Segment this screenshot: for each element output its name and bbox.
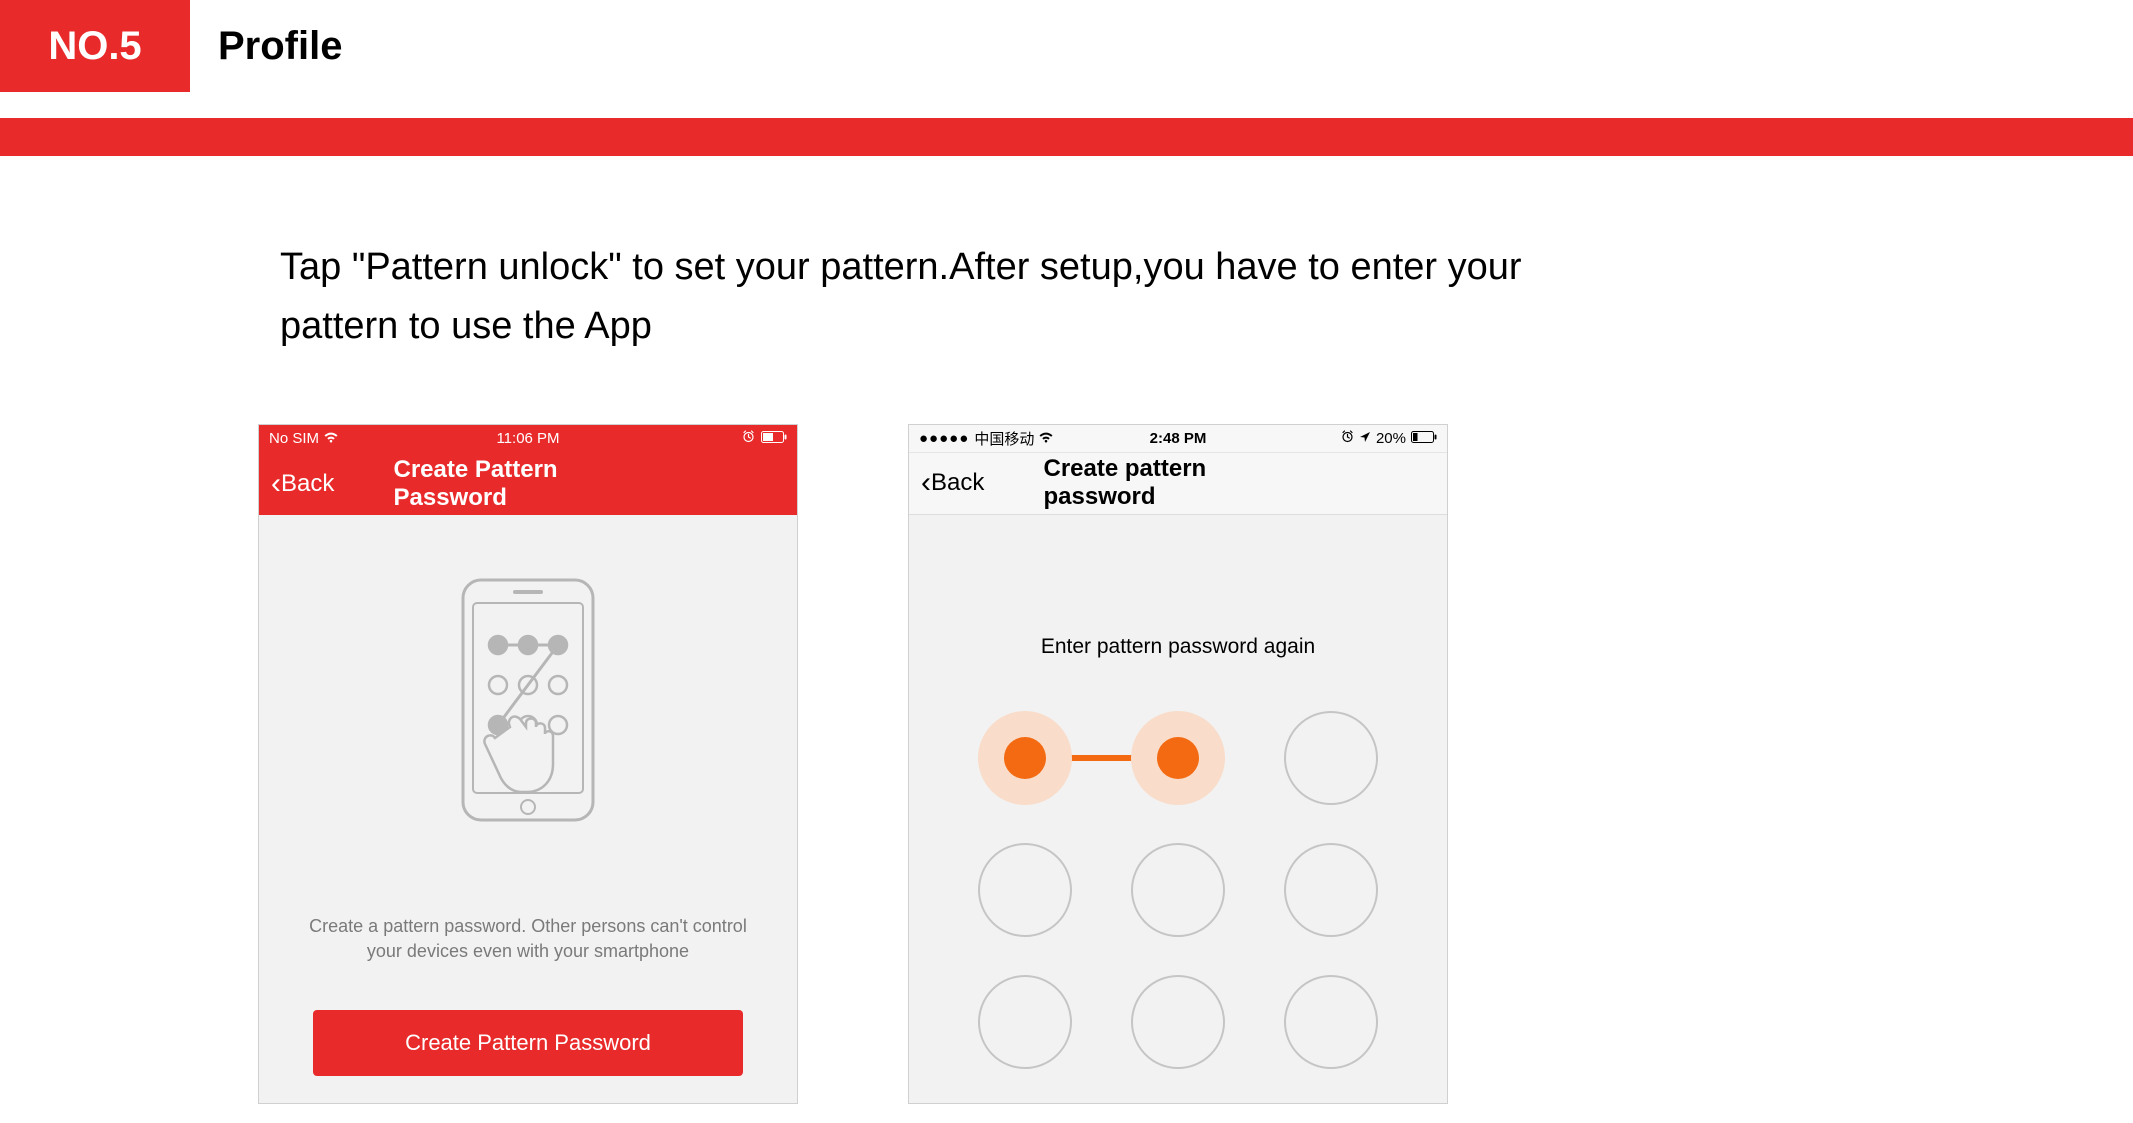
pattern-node-8[interactable] [1131, 975, 1225, 1069]
create-pattern-button[interactable]: Create Pattern Password [313, 1010, 743, 1076]
battery-icon [1411, 430, 1437, 447]
header-divider [0, 118, 2133, 156]
pattern-node-4[interactable] [978, 843, 1072, 937]
phone-screenshots: No SIM 11:06 PM ‹ Back Create Pattern Pa… [258, 424, 2133, 1104]
alarm-icon [1341, 430, 1354, 447]
location-icon [1359, 430, 1371, 447]
pattern-prompt: Enter pattern password again [965, 635, 1391, 659]
status-carrier: 中国移动 [974, 428, 1034, 449]
pattern-node-1[interactable] [978, 711, 1072, 805]
signal-dots: ●●●●● [919, 430, 969, 447]
pattern-illustration [438, 575, 618, 870]
slide-number-badge: NO.5 [0, 0, 190, 92]
status-carrier: No SIM [269, 430, 319, 447]
pattern-node-5[interactable] [1131, 843, 1225, 937]
chevron-left-icon[interactable]: ‹ [921, 468, 931, 498]
pattern-node-7[interactable] [978, 975, 1072, 1069]
pattern-node-9[interactable] [1284, 975, 1378, 1069]
slide-title: Profile [190, 0, 342, 92]
wifi-icon [324, 430, 338, 447]
nav-title: Create pattern password [1044, 455, 1313, 511]
slide-header: NO.5 Profile [0, 0, 2133, 92]
alarm-icon [742, 430, 755, 447]
status-bar: ●●●●● 中国移动 2:48 PM 20% [909, 425, 1447, 453]
pattern-node-3[interactable] [1284, 711, 1378, 805]
pattern-node-2[interactable] [1131, 711, 1225, 805]
helper-text: Create a pattern password. Other persons… [289, 914, 767, 964]
pattern-grid[interactable] [968, 711, 1388, 1069]
screenshot-create-pattern: No SIM 11:06 PM ‹ Back Create Pattern Pa… [258, 424, 798, 1104]
chevron-left-icon[interactable]: ‹ [271, 469, 281, 499]
battery-icon [761, 430, 787, 447]
instruction-text: Tap "Pattern unlock" to set your pattern… [280, 238, 1560, 356]
back-button[interactable]: Back [281, 470, 334, 498]
nav-bar: ‹ Back Create Pattern Password [259, 453, 797, 515]
nav-bar: ‹ Back Create pattern password [909, 453, 1447, 515]
nav-title: Create Pattern Password [394, 456, 663, 512]
screenshot-enter-pattern: ●●●●● 中国移动 2:48 PM 20% ‹ [908, 424, 1448, 1104]
pattern-node-6[interactable] [1284, 843, 1378, 937]
status-time: 2:48 PM [1150, 430, 1207, 447]
battery-percent: 20% [1376, 430, 1406, 447]
back-button[interactable]: Back [931, 469, 984, 497]
status-time: 11:06 PM [496, 430, 559, 447]
status-bar: No SIM 11:06 PM [259, 425, 797, 453]
wifi-icon [1039, 430, 1053, 447]
